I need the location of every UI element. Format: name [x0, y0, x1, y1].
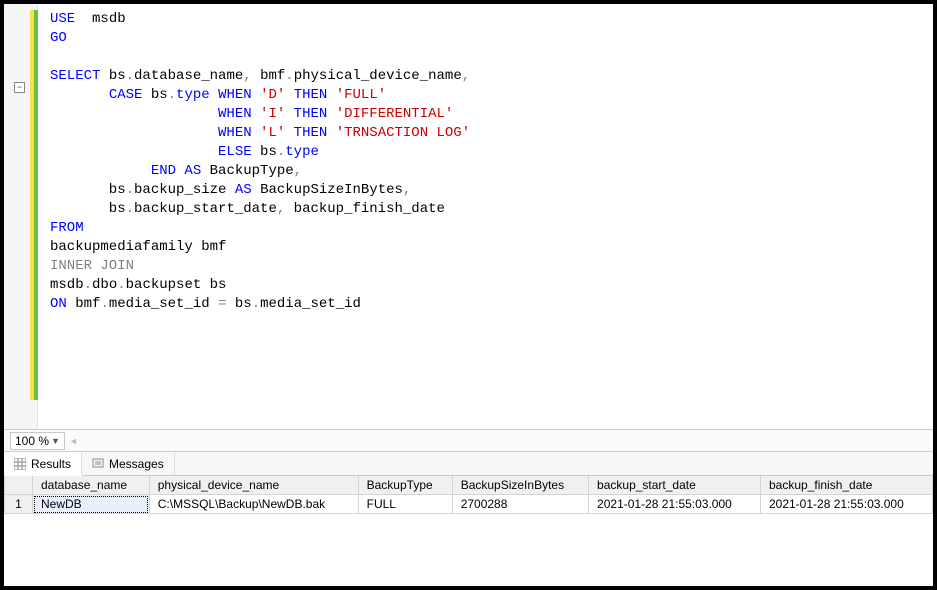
results-header-row: database_name physical_device_name Backu…: [5, 476, 933, 495]
tab-results[interactable]: Results: [4, 452, 82, 476]
cell-database_name[interactable]: NewDB: [33, 495, 150, 514]
tab-results-label: Results: [31, 457, 71, 471]
cell-BackupSizeInBytes[interactable]: 2700288: [452, 495, 588, 514]
table-row[interactable]: 1 NewDB C:\MSSQL\Backup\NewDB.bak FULL 2…: [5, 495, 933, 514]
row-number: 1: [5, 495, 33, 514]
fold-toggle[interactable]: −: [14, 82, 25, 93]
editor-gutter: −: [4, 4, 38, 429]
zoom-value: 100 %: [15, 434, 49, 448]
sql-editor[interactable]: USE msdb GO SELECT bs.database_name, bmf…: [38, 4, 933, 429]
cell-backup_finish_date[interactable]: 2021-01-28 21:55:03.000: [760, 495, 932, 514]
col-BackupSizeInBytes[interactable]: BackupSizeInBytes: [452, 476, 588, 495]
col-backup_start_date[interactable]: backup_start_date: [589, 476, 761, 495]
col-BackupType[interactable]: BackupType: [358, 476, 452, 495]
zoom-combo[interactable]: 100 % ▼: [10, 432, 65, 450]
tab-messages[interactable]: Messages: [82, 452, 175, 475]
cell-physical_device_name[interactable]: C:\MSSQL\Backup\NewDB.bak: [149, 495, 358, 514]
results-grid-icon: [14, 458, 26, 470]
ssms-window: − USE msdb GO SELECT bs.database_name, b…: [0, 0, 937, 590]
editor-pane: − USE msdb GO SELECT bs.database_name, b…: [4, 4, 933, 430]
cell-BackupType[interactable]: FULL: [358, 495, 452, 514]
row-number-header: [5, 476, 33, 495]
results-grid[interactable]: database_name physical_device_name Backu…: [4, 476, 933, 514]
results-tabs: Results Messages: [4, 452, 933, 476]
col-backup_finish_date[interactable]: backup_finish_date: [760, 476, 932, 495]
col-physical_device_name[interactable]: physical_device_name: [149, 476, 358, 495]
tab-messages-label: Messages: [109, 457, 164, 471]
zoom-bar: 100 % ▼ ◄: [4, 430, 933, 452]
col-database_name[interactable]: database_name: [33, 476, 150, 495]
results-pane[interactable]: database_name physical_device_name Backu…: [4, 476, 933, 586]
change-marker-saved: [34, 10, 38, 400]
messages-icon: [92, 458, 104, 470]
chevron-down-icon: ▼: [51, 436, 60, 446]
scroll-left-icon[interactable]: ◄: [69, 436, 78, 446]
cell-backup_start_date[interactable]: 2021-01-28 21:55:03.000: [589, 495, 761, 514]
